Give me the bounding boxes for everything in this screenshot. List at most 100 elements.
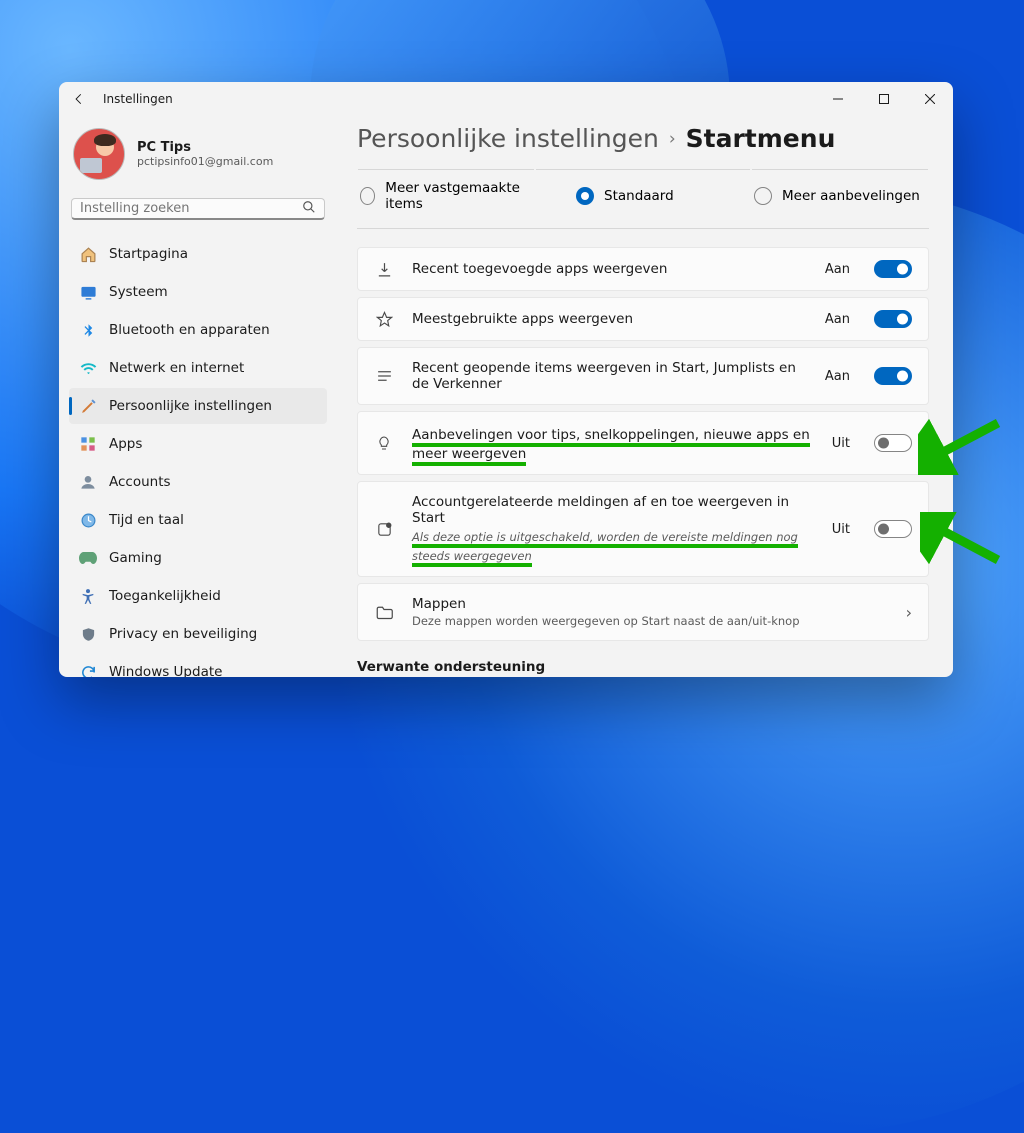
gaming-icon [79, 549, 97, 567]
profile[interactable]: PC Tips pctipsinfo01@gmail.com [69, 122, 327, 198]
sidebar-item-privacy[interactable]: Privacy en beveiliging [69, 616, 327, 652]
radio-more-recs[interactable]: Meer aanbevelingen [752, 169, 928, 228]
notification-icon [374, 521, 394, 538]
radio-icon [576, 187, 594, 205]
breadcrumb-parent[interactable]: Persoonlijke instellingen [357, 124, 659, 153]
sidebar-item-label: Startpagina [109, 246, 188, 262]
settings-window: Instellingen PC Tips pctipsinfo01@gmail.… [59, 82, 953, 677]
radio-more-pinned[interactable]: Meer vastgemaakte items [358, 169, 534, 228]
wifi-icon [79, 359, 97, 377]
bulb-icon [374, 434, 394, 452]
apps-icon [79, 435, 97, 453]
sidebar-item-system[interactable]: Systeem [69, 274, 327, 310]
sidebar-item-label: Toegankelijkheid [109, 588, 221, 604]
radio-icon [754, 187, 772, 205]
setting-subtitle: Deze mappen worden weergegeven op Start … [412, 614, 888, 628]
search-input-wrap[interactable] [71, 198, 325, 220]
maximize-button[interactable] [861, 82, 907, 116]
breadcrumb: Persoonlijke instellingen › Startmenu [357, 120, 929, 169]
sidebar-item-label: Systeem [109, 284, 168, 300]
list-icon [374, 369, 394, 383]
setting-title: Aanbevelingen voor tips, snelkoppelingen… [412, 427, 810, 466]
sidebar-item-home[interactable]: Startpagina [69, 236, 327, 272]
setting-recent-items: Recent geopende items weergeven in Start… [357, 347, 929, 405]
download-icon [374, 261, 394, 278]
sidebar-item-network[interactable]: Netwerk en internet [69, 350, 327, 386]
toggle-state: Aan [825, 262, 850, 277]
sidebar-item-label: Tijd en taal [109, 512, 184, 528]
chevron-right-icon: › [669, 129, 676, 149]
user-icon [79, 473, 97, 491]
sidebar-item-gaming[interactable]: Gaming [69, 540, 327, 576]
sidebar-item-label: Apps [109, 436, 142, 452]
radio-default[interactable]: Standaard [536, 169, 750, 228]
window-controls [815, 82, 953, 116]
sidebar-item-accounts[interactable]: Accounts [69, 464, 327, 500]
toggle-state: Aan [825, 369, 850, 384]
sidebar-item-label: Netwerk en internet [109, 360, 244, 376]
setting-most-used: Meestgebruikte apps weergeven Aan [357, 297, 929, 341]
sidebar-item-label: Windows Update [109, 664, 222, 677]
sidebar-item-accessibility[interactable]: Toegankelijkheid [69, 578, 327, 614]
sidebar: PC Tips pctipsinfo01@gmail.com Startpagi… [59, 116, 337, 677]
home-icon [79, 245, 97, 263]
setting-title: Meestgebruikte apps weergeven [412, 311, 807, 327]
setting-recommendations: Aanbevelingen voor tips, snelkoppelingen… [357, 411, 929, 475]
profile-name: PC Tips [137, 140, 273, 155]
setting-account-notifications: Accountgerelateerde meldingen af en toe … [357, 481, 929, 577]
globe-clock-icon [79, 511, 97, 529]
star-icon [374, 311, 394, 328]
toggle-state: Uit [832, 436, 850, 451]
toggle-most-used[interactable] [874, 310, 912, 328]
avatar [73, 128, 125, 180]
folder-icon [374, 605, 394, 620]
toggle-recent-items[interactable] [874, 367, 912, 385]
setting-title: Recent geopende items weergeven in Start… [412, 360, 807, 392]
toggle-state: Aan [825, 312, 850, 327]
sidebar-item-personalization[interactable]: Persoonlijke instellingen [69, 388, 327, 424]
shield-icon [79, 625, 97, 643]
toggle-state: Uit [832, 522, 850, 537]
close-button[interactable] [907, 82, 953, 116]
setting-recent-apps: Recent toegevoegde apps weergeven Aan [357, 247, 929, 291]
setting-title: Accountgerelateerde meldingen af en toe … [412, 494, 814, 526]
setting-title: Recent toegevoegde apps weergeven [412, 261, 807, 277]
paint-icon [79, 397, 97, 415]
layout-radio-group: Meer vastgemaakte items Standaard Meer a… [357, 169, 929, 229]
setting-subtitle: Als deze optie is uitgeschakeld, worden … [412, 530, 798, 567]
setting-title: Mappen [412, 596, 888, 612]
radio-icon [360, 187, 375, 205]
sidebar-item-bluetooth[interactable]: Bluetooth en apparaten [69, 312, 327, 348]
radio-label: Meer vastgemaakte items [385, 180, 532, 212]
system-icon [79, 283, 97, 301]
search-icon [302, 199, 316, 218]
nav: Startpagina Systeem Bluetooth en apparat… [69, 236, 327, 677]
accessibility-icon [79, 587, 97, 605]
window-title: Instellingen [103, 92, 173, 106]
sidebar-item-label: Gaming [109, 550, 162, 566]
toggle-recent-apps[interactable] [874, 260, 912, 278]
page-title: Startmenu [686, 124, 836, 153]
radio-label: Standaard [604, 188, 674, 204]
minimize-button[interactable] [815, 82, 861, 116]
sidebar-item-windows-update[interactable]: Windows Update [69, 654, 327, 677]
related-support-heading: Verwante ondersteuning [357, 659, 929, 675]
setting-folders[interactable]: Mappen Deze mappen worden weergegeven op… [357, 583, 929, 641]
sidebar-item-label: Accounts [109, 474, 171, 490]
profile-email: pctipsinfo01@gmail.com [137, 155, 273, 168]
back-button[interactable] [71, 91, 87, 107]
sidebar-item-apps[interactable]: Apps [69, 426, 327, 462]
toggle-recommendations[interactable] [874, 434, 912, 452]
update-icon [79, 663, 97, 677]
chevron-right-icon: › [906, 603, 912, 622]
titlebar: Instellingen [59, 82, 953, 116]
radio-label: Meer aanbevelingen [782, 188, 920, 204]
bluetooth-icon [79, 321, 97, 339]
sidebar-item-time-lang[interactable]: Tijd en taal [69, 502, 327, 538]
sidebar-item-label: Privacy en beveiliging [109, 626, 257, 642]
sidebar-item-label: Bluetooth en apparaten [109, 322, 270, 338]
main: Persoonlijke instellingen › Startmenu Me… [337, 116, 953, 677]
toggle-account-notifications[interactable] [874, 520, 912, 538]
search-input[interactable] [80, 201, 302, 216]
sidebar-item-label: Persoonlijke instellingen [109, 398, 272, 414]
